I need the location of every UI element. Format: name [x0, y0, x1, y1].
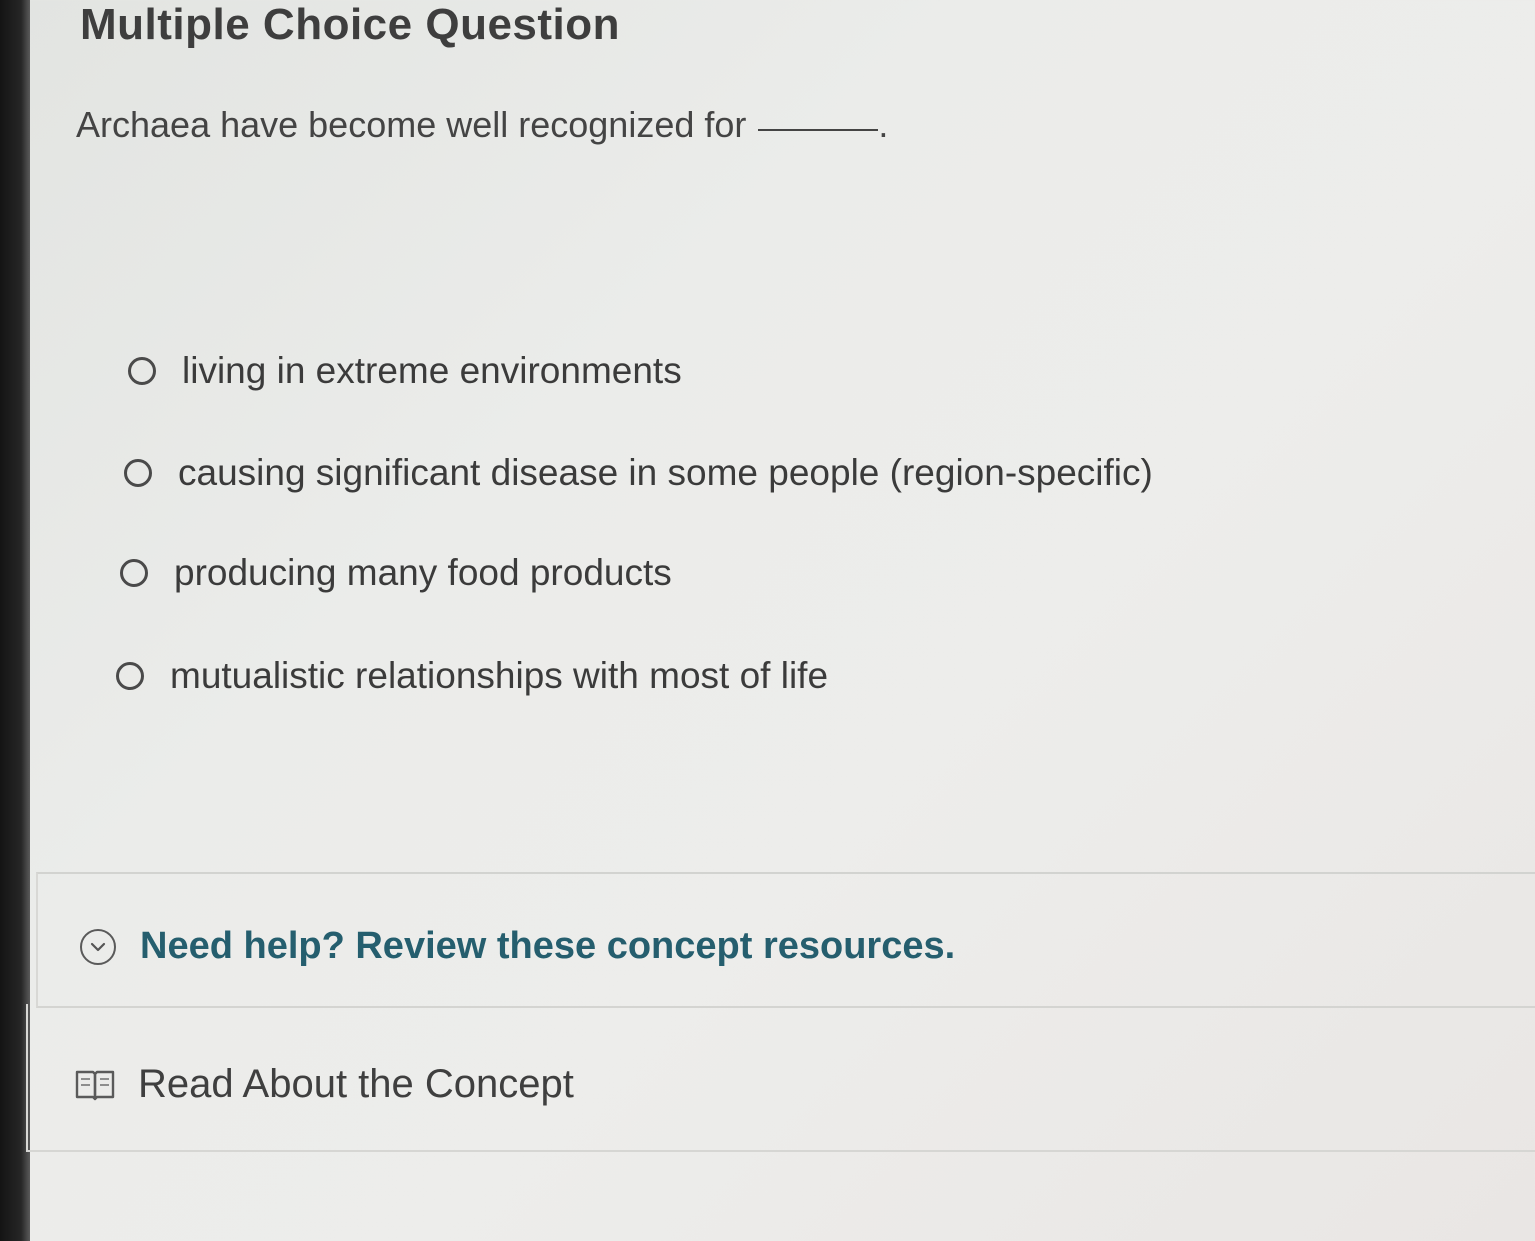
read-about-concept-link[interactable]: Read About the Concept: [74, 1062, 574, 1107]
question-prompt: Archaea have become well recognized for.: [76, 104, 888, 146]
answer-option-2[interactable]: causing significant disease in some peop…: [124, 452, 1153, 494]
answer-option-3[interactable]: producing many food products: [120, 552, 672, 594]
answer-option-label: living in extreme environments: [182, 350, 682, 391]
radio-button-icon[interactable]: [128, 357, 156, 385]
fill-in-blank: [758, 129, 879, 131]
answer-option-4[interactable]: mutualistic relationships with most of l…: [116, 655, 828, 697]
answer-option-label: producing many food products: [174, 552, 672, 593]
answer-option-1[interactable]: living in extreme environments: [128, 350, 682, 392]
read-about-concept-label: Read About the Concept: [138, 1062, 574, 1106]
question-prompt-text: Archaea have become well recognized for: [76, 104, 747, 145]
radio-button-icon[interactable]: [120, 559, 148, 587]
help-resources-toggle[interactable]: Need help? Review these concept resource…: [80, 925, 955, 968]
radio-button-icon[interactable]: [124, 459, 152, 487]
answer-option-label: mutualistic relationships with most of l…: [170, 655, 829, 696]
help-toggle-label: Need help? Review these concept resource…: [140, 925, 956, 967]
radio-button-icon[interactable]: [116, 662, 144, 690]
answer-option-label: causing significant disease in some peop…: [178, 452, 1153, 493]
chevron-down-circle-icon[interactable]: [80, 928, 116, 965]
question-prompt-end: .: [878, 104, 889, 145]
book-icon: [74, 1068, 116, 1102]
chevron-down-icon: [90, 942, 106, 951]
question-type-title: Multiple Choice Question: [80, 0, 621, 49]
